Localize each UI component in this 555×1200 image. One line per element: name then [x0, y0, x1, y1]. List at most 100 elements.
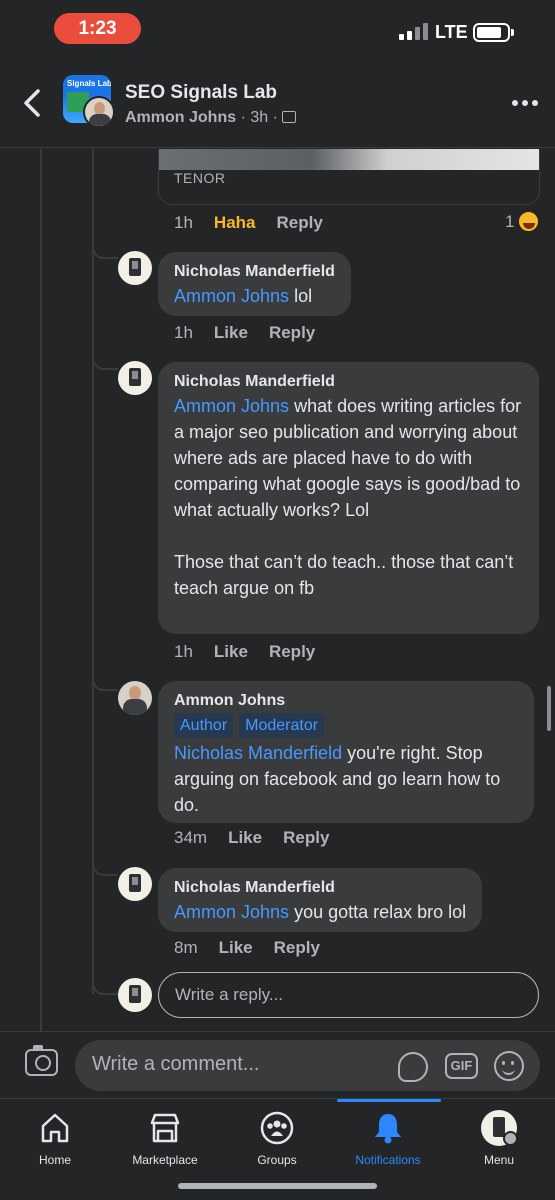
gif-source: TENOR — [174, 170, 226, 186]
like-button[interactable]: Like — [214, 323, 248, 343]
reply-placeholder: Write a reply... — [175, 985, 284, 1004]
comment-input[interactable]: Write a comment... GIF — [75, 1040, 540, 1091]
commenter-name[interactable]: Nicholas Manderfield — [174, 261, 335, 283]
author-avatar[interactable] — [83, 96, 115, 128]
emoji-icon[interactable] — [494, 1051, 524, 1081]
tab-notifications[interactable]: Notifications — [333, 1111, 443, 1167]
comment-time: 8m — [174, 938, 198, 957]
reply-input[interactable]: Write a reply... — [158, 972, 539, 1018]
tab-bar: Home Marketplace Groups Notifications Me… — [0, 1098, 555, 1200]
post-meta: Ammon Johns · 3h · — [125, 109, 297, 127]
reply-button[interactable]: Reply — [269, 642, 315, 662]
comment-bubble[interactable]: Ammon Johns Author Moderator Nicholas Ma… — [158, 681, 534, 823]
group-name[interactable]: SEO Signals Lab — [125, 82, 277, 104]
comment-bubble[interactable]: Nicholas Manderfield Ammon Johns what do… — [158, 362, 539, 634]
gif-comment-actions: 1h Haha Reply — [174, 213, 323, 233]
signal-icon — [399, 22, 428, 40]
comment-bubble[interactable]: Nicholas Manderfield Ammon Johns lol — [158, 252, 351, 316]
reaction-count[interactable]: 1 — [505, 212, 514, 232]
reply-button[interactable]: Reply — [283, 828, 329, 848]
mention-link[interactable]: Ammon Johns — [174, 902, 289, 922]
bell-icon — [375, 1114, 401, 1144]
tab-label: Marketplace — [132, 1153, 198, 1167]
tab-label: Groups — [257, 1153, 297, 1167]
tab-label: Notifications — [355, 1153, 421, 1167]
group-privacy-icon — [282, 111, 297, 123]
status-time: 1:23 — [54, 13, 141, 44]
more-options-icon[interactable] — [512, 100, 538, 106]
comment-text: Ammon Johns lol — [174, 286, 313, 306]
reply-button[interactable]: Reply — [269, 323, 315, 343]
like-button[interactable]: Like — [214, 642, 248, 662]
comment-actions: 1h Like Reply — [174, 642, 315, 662]
comment-time: 1h — [174, 642, 193, 661]
group-avatar-text: Signals Lab — [67, 79, 111, 88]
tab-marketplace[interactable]: Marketplace — [110, 1111, 220, 1167]
reply-button[interactable]: Reply — [277, 213, 323, 233]
comment-actions: 1h Like Reply — [174, 323, 315, 343]
home-icon — [41, 1113, 69, 1143]
reply-connector — [92, 981, 118, 995]
post-time: 3h — [250, 109, 269, 126]
gif-image[interactable] — [159, 149, 539, 170]
avatar[interactable] — [118, 361, 152, 395]
author-badge: Author — [174, 713, 234, 738]
active-tab-indicator — [337, 1099, 441, 1102]
avatar — [118, 978, 152, 1012]
reply-connector — [92, 356, 118, 370]
commenter-name[interactable]: Ammon Johns — [174, 690, 518, 712]
reply-button[interactable]: Reply — [274, 938, 320, 958]
battery-icon — [473, 23, 510, 42]
comment-text: Ammon Johns you gotta relax bro lol — [174, 902, 467, 922]
sticker-icon[interactable] — [398, 1052, 428, 1082]
post-author[interactable]: Ammon Johns — [125, 109, 236, 126]
home-indicator — [178, 1183, 377, 1189]
commenter-name[interactable]: Nicholas Manderfield — [174, 371, 523, 393]
comment-text: Nicholas Manderfield you're right. Stop … — [174, 743, 501, 815]
like-button[interactable]: Like — [219, 938, 253, 958]
commenter-name[interactable]: Nicholas Manderfield — [174, 877, 466, 899]
gif-icon[interactable]: GIF — [445, 1053, 478, 1079]
back-chevron-icon[interactable] — [20, 85, 44, 121]
comment-actions: 34m Like Reply — [174, 828, 329, 848]
tab-label: Home — [38, 1153, 71, 1167]
reply-connector — [92, 245, 118, 259]
reply-connector — [92, 677, 118, 691]
avatar[interactable] — [118, 867, 152, 901]
mention-link[interactable]: Ammon Johns — [174, 396, 289, 416]
haha-reaction-button[interactable]: Haha — [214, 213, 256, 233]
comment-time: 34m — [174, 828, 208, 847]
tab-groups[interactable]: Groups — [222, 1111, 332, 1167]
avatar[interactable] — [118, 681, 152, 715]
post-header: Signals Lab SEO Signals Lab Ammon Johns … — [0, 60, 555, 148]
comment-thread: TENOR 1h Haha Reply 1 Nicholas Manderfie… — [0, 149, 555, 1031]
mention-link[interactable]: Ammon Johns — [174, 286, 289, 306]
menu-badge-icon — [503, 1131, 518, 1146]
mention-link[interactable]: Nicholas Manderfield — [174, 743, 342, 763]
status-bar: 1:23 LTE — [0, 0, 555, 60]
avatar[interactable] — [118, 251, 152, 285]
like-button[interactable]: Like — [228, 828, 262, 848]
reply-connector — [92, 862, 118, 876]
comment-time: 1h — [174, 213, 193, 232]
gif-attachment[interactable]: TENOR — [158, 149, 540, 205]
comment-time: 1h — [174, 323, 193, 342]
scrollbar[interactable] — [547, 686, 551, 731]
marketplace-icon — [150, 1113, 180, 1143]
comment-text: Ammon Johns what does writing articles f… — [174, 396, 522, 520]
tab-home[interactable]: Home — [0, 1111, 110, 1167]
tab-label: Menu — [483, 1153, 515, 1167]
comment-composer: Write a comment... GIF — [0, 1031, 555, 1098]
groups-icon — [260, 1111, 294, 1145]
battery-nub — [511, 29, 514, 36]
comment-actions: 8m Like Reply — [174, 938, 320, 958]
role-badges: Author Moderator — [174, 713, 518, 738]
network-label: LTE — [435, 22, 468, 42]
camera-icon[interactable] — [25, 1045, 58, 1076]
moderator-badge: Moderator — [239, 713, 325, 738]
comment-text: Those that can’t do teach.. those that c… — [174, 552, 514, 598]
comment-placeholder: Write a comment... — [92, 1053, 260, 1075]
comment-bubble[interactable]: Nicholas Manderfield Ammon Johns you got… — [158, 868, 483, 932]
haha-emoji-icon[interactable] — [517, 210, 540, 233]
thread-line — [40, 149, 42, 1031]
